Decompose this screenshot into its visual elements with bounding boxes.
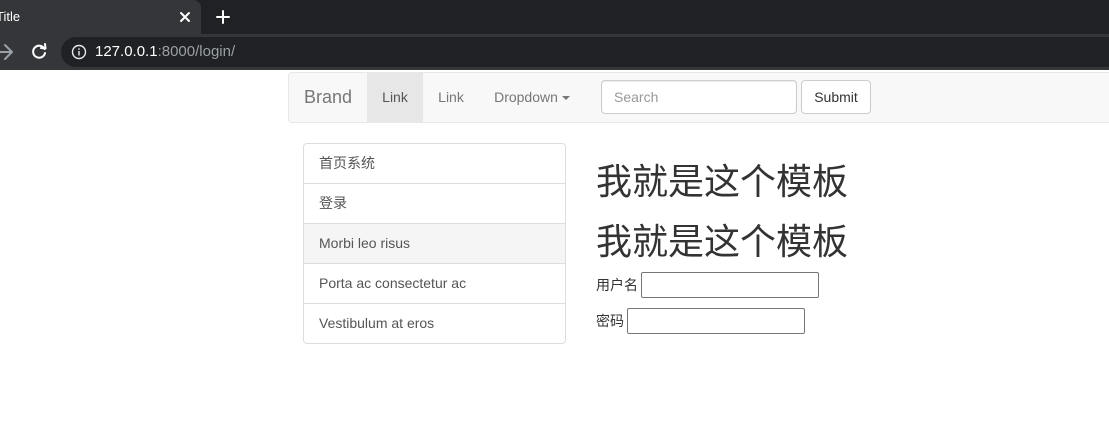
sidebar-item-porta[interactable]: Porta ac consectetur ac	[303, 263, 566, 304]
page-heading-1: 我就是这个模板	[596, 161, 849, 202]
browser-tab[interactable]: Title	[0, 0, 201, 34]
submit-button[interactable]: Submit	[801, 80, 871, 114]
sidebar-item-home-system[interactable]: 首页系统	[303, 143, 566, 184]
sidebar-list: 首页系统 登录 Morbi leo risus Porta ac consect…	[303, 143, 566, 344]
back-arrow-icon[interactable]	[0, 43, 14, 61]
new-tab-icon[interactable]	[214, 8, 232, 26]
password-input[interactable]	[627, 308, 805, 334]
page-heading-2: 我就是这个模板	[596, 221, 849, 262]
close-icon[interactable]	[176, 8, 194, 26]
browser-tab-strip: Title	[0, 0, 1109, 34]
url-host: 127.0.0.1	[95, 43, 158, 60]
navbar: Brand Link Link Dropdown Submit	[288, 72, 1109, 123]
username-input[interactable]	[641, 272, 819, 298]
address-bar[interactable]: 127.0.0.1:8000/login/	[61, 37, 1109, 67]
navbar-brand[interactable]: Brand	[304, 87, 352, 107]
reload-icon[interactable]	[30, 43, 48, 61]
caret-down-icon	[561, 96, 570, 101]
sidebar-item-morbi[interactable]: Morbi leo risus	[303, 223, 566, 264]
nav-dropdown[interactable]: Dropdown	[479, 73, 585, 122]
sidebar-item-vestibulum[interactable]: Vestibulum at eros	[303, 303, 566, 344]
password-label: 密码	[596, 313, 624, 329]
browser-toolbar: 127.0.0.1:8000/login/	[0, 34, 1109, 70]
sidebar-item-login[interactable]: 登录	[303, 183, 566, 224]
search-input[interactable]	[601, 80, 797, 114]
url-text[interactable]: 127.0.0.1:8000/login/	[95, 43, 235, 61]
nav-dropdown-label: Dropdown	[494, 89, 558, 105]
tab-title: Title	[0, 9, 21, 24]
nav-link-2[interactable]: Link	[423, 73, 479, 122]
url-path: :8000/login/	[157, 43, 236, 60]
nav-link-1[interactable]: Link	[367, 73, 423, 122]
info-icon[interactable]	[71, 44, 87, 60]
username-label: 用户名	[596, 277, 638, 293]
